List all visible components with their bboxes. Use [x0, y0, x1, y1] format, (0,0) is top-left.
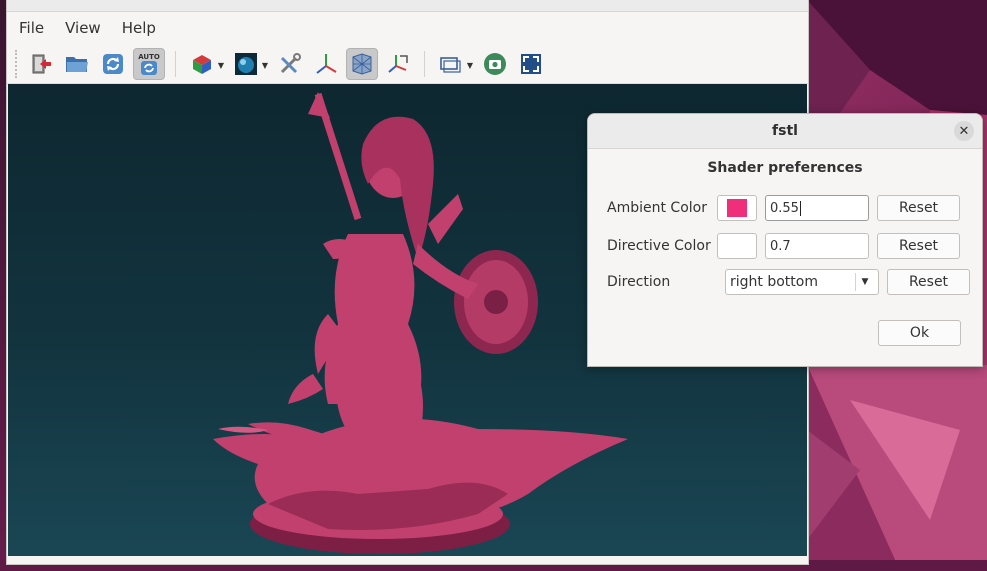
- text-caret: [799, 200, 801, 216]
- open-button[interactable]: [61, 48, 93, 80]
- projection-button[interactable]: ▼: [435, 48, 473, 80]
- quit-button[interactable]: [25, 48, 57, 80]
- directive-value-input[interactable]: 0.7: [765, 233, 869, 259]
- view-cube-button[interactable]: ▼: [186, 48, 224, 80]
- shader-button[interactable]: ▼: [230, 48, 268, 80]
- tools-icon: [280, 53, 301, 74]
- chevron-down-icon: ▼: [855, 273, 874, 291]
- ambient-color-chip: [727, 199, 747, 217]
- directive-color-swatch-button[interactable]: [717, 233, 757, 259]
- chevron-down-icon: ▼: [217, 61, 224, 70]
- dialog-heading: Shader preferences: [707, 160, 863, 176]
- quit-icon: [32, 54, 51, 74]
- auto-label: AUTO: [138, 53, 160, 61]
- close-icon: ✕: [958, 123, 970, 139]
- dialog-close-button[interactable]: ✕: [954, 121, 974, 141]
- direction-label: Direction: [607, 274, 671, 290]
- ambient-value-input[interactable]: 0.55: [765, 195, 869, 221]
- directive-color-row: Directive Color 0.7 Reset: [607, 232, 960, 260]
- direction-selected-value: right bottom: [730, 274, 818, 290]
- chevron-down-icon: ▼: [466, 61, 473, 70]
- shader-sphere-icon: [235, 53, 257, 75]
- wireframe-icon: [352, 53, 372, 75]
- wireframe-button[interactable]: [346, 48, 378, 80]
- toolbar-separator: [175, 51, 176, 77]
- open-folder-icon: [66, 57, 88, 72]
- orient-button[interactable]: [382, 48, 414, 80]
- fullscreen-button[interactable]: [515, 48, 547, 80]
- autoreload-button[interactable]: AUTO: [133, 48, 165, 80]
- ok-button[interactable]: Ok: [878, 320, 961, 346]
- screenshot-icon: [484, 53, 506, 75]
- menu-help[interactable]: Help: [110, 19, 165, 37]
- chevron-down-icon: ▼: [261, 61, 268, 70]
- fullscreen-icon: [521, 54, 541, 74]
- menu-view[interactable]: View: [53, 19, 110, 37]
- screenshot-button[interactable]: [479, 48, 511, 80]
- ambient-color-swatch-button[interactable]: [717, 195, 757, 221]
- tools-button[interactable]: [274, 48, 306, 80]
- projection-icon: [440, 57, 461, 73]
- directive-color-chip: [727, 237, 747, 255]
- orient-icon: [388, 55, 408, 73]
- toolbar-separator: [424, 51, 425, 77]
- dialog-titlebar[interactable]: fstl ✕: [588, 114, 982, 149]
- ambient-color-row: Ambient Color 0.55 Reset: [607, 194, 960, 222]
- toolbar-grip[interactable]: [15, 50, 21, 78]
- reload-button[interactable]: [97, 48, 129, 80]
- axes-button[interactable]: [310, 48, 342, 80]
- reload-icon: [103, 54, 123, 74]
- ambient-reset-button[interactable]: Reset: [877, 195, 960, 221]
- ambient-color-label: Ambient Color: [607, 200, 707, 216]
- ambient-value-text: 0.55: [770, 200, 799, 216]
- dialog-title: fstl: [772, 123, 798, 139]
- direction-row: Direction right bottom ▼ Reset: [607, 268, 970, 296]
- axes-icon: [316, 54, 337, 74]
- directive-color-label: Directive Color: [607, 238, 711, 254]
- direction-reset-button[interactable]: Reset: [887, 269, 970, 295]
- directive-reset-button[interactable]: Reset: [877, 233, 960, 259]
- menu-file[interactable]: File: [7, 19, 53, 37]
- autoreload-icon: AUTO: [138, 53, 160, 75]
- view-cube-icon: [193, 55, 211, 74]
- direction-select[interactable]: right bottom ▼: [725, 269, 879, 295]
- window-titlebar[interactable]: [7, 0, 808, 12]
- menu-bar: File View Help: [7, 13, 808, 43]
- shader-preferences-dialog: fstl ✕ Shader preferences Ambient Color …: [587, 113, 983, 367]
- toolbar: AUTO ▼ ▼ ▼: [7, 45, 808, 84]
